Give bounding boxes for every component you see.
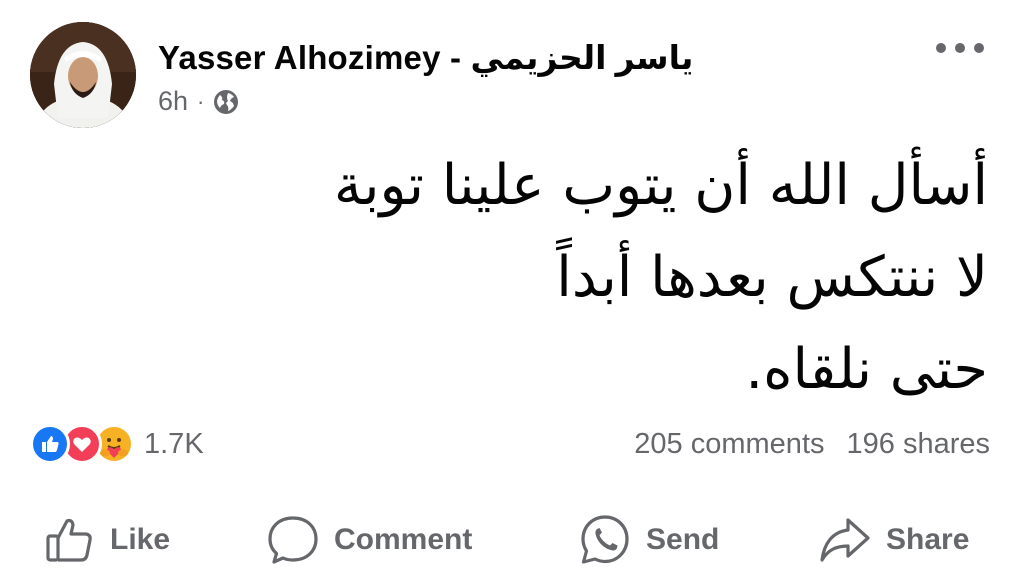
reactions-summary[interactable]: 1.7K — [30, 424, 204, 464]
shares-count[interactable]: 196 shares — [847, 428, 991, 460]
meta-separator: · — [197, 88, 205, 114]
more-options-icon[interactable] — [936, 38, 984, 58]
like-icon — [46, 518, 92, 562]
post-text-line: لا ننتكس بعدها أبداً — [556, 245, 988, 310]
send-label: Send — [646, 523, 720, 556]
like-button[interactable]: Like — [44, 510, 170, 570]
post-stats: 1.7K 205 comments 196 shares — [30, 424, 990, 468]
engagement-counts: 205 comments 196 shares — [634, 428, 990, 461]
comment-icon — [268, 516, 318, 564]
comment-label: Comment — [334, 523, 473, 556]
post-text: أسأل الله أن يتوب علينا توبة لا ننتكس بع… — [88, 140, 988, 416]
more-dot — [974, 43, 984, 53]
whatsapp-icon — [581, 515, 629, 564]
like-reaction-icon — [30, 424, 70, 464]
post-header: Yasser Alhozimey - ياسر الحزيمي 6h · — [30, 22, 994, 132]
post-text-line: حتى نلقاه. — [745, 337, 988, 402]
author-name[interactable]: Yasser Alhozimey - ياسر الحزيمي — [158, 38, 693, 77]
reaction-count: 1.7K — [144, 427, 204, 460]
post-text-line: أسأل الله أن يتوب علينا توبة — [333, 153, 988, 218]
share-button[interactable]: Share — [818, 510, 969, 570]
comment-button[interactable]: Comment — [266, 510, 472, 570]
post-time[interactable]: 6h — [158, 86, 188, 117]
post-meta: 6h · — [158, 86, 239, 117]
like-label: Like — [110, 523, 171, 556]
share-icon — [820, 518, 870, 562]
globe-icon[interactable] — [213, 89, 239, 115]
comments-count[interactable]: 205 comments — [634, 428, 824, 460]
send-button[interactable]: Send — [578, 510, 719, 570]
action-bar: Like Comment Send Share — [0, 500, 1024, 580]
more-dot — [955, 43, 965, 53]
share-label: Share — [886, 523, 970, 556]
more-dot — [936, 43, 946, 53]
author-avatar[interactable] — [30, 22, 136, 128]
